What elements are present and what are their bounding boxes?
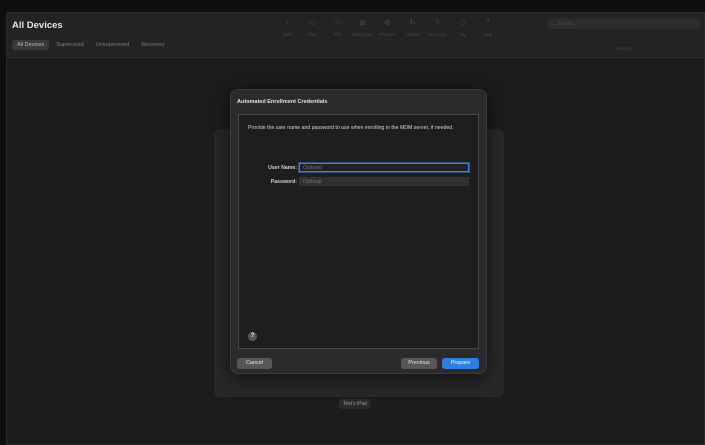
toolbar-button-label: Tag [458,32,467,37]
toolbar-info-button[interactable]: ⓘ Info [325,17,350,37]
toolbar-button-label: View [307,32,318,37]
segment-tabs: All Devices Supervised Unsupervised Reco… [12,40,170,50]
toolbar: All Devices All Devices Supervised Unsup… [7,13,704,58]
toolbar-blueprints-button[interactable]: ⊞ Blueprints [350,17,375,37]
toolbar-back-button[interactable]: ‹ Back [275,17,300,37]
username-row: User Name: [239,163,479,174]
blueprints-icon: ⊞ [359,18,366,27]
search-field[interactable]: ⌕ Search [547,18,701,29]
info-icon: ⓘ [333,18,342,27]
sheet-content: Provide the user name and password to us… [238,114,479,349]
toolbar-button-label: Back [282,32,293,37]
password-label: Password: [270,179,297,185]
window-title: All Devices [12,20,63,31]
search-label: Search [617,46,632,51]
username-label: User Name: [268,165,297,171]
toolbar-backup-button[interactable]: ⇪ Back Up [425,17,450,37]
backup-icon: ⇪ [434,18,441,27]
toolbar-button-label: Blueprints [352,32,373,37]
toolbar-button-label: Update [405,32,420,37]
toolbar-tag-button[interactable]: ◇ Tag [450,17,475,37]
back-icon: ‹ [286,18,289,27]
tab-unsupervised[interactable]: Unsupervised [91,40,135,50]
help-icon[interactable]: ? [248,332,257,341]
tab-supervised[interactable]: Supervised [51,40,89,50]
toolbar-button-label: Help [482,32,493,37]
view-icon: ▭ [308,18,317,27]
search-placeholder: Search [556,20,573,27]
prepare-icon: ⚙ [383,18,392,27]
toolbar-prepare-button[interactable]: ⚙ Prepare [375,17,400,37]
toolbar-update-button[interactable]: ↻ Update [400,17,425,37]
tab-recovery[interactable]: Recovery [136,40,169,50]
sheet-title: Automated Enrollment Credentials [237,99,328,105]
sheet-description: Provide the user name and password to us… [248,125,454,131]
toolbar-help-button[interactable]: ? Help [475,17,500,37]
update-icon: ↻ [409,18,416,27]
toolbar-button-label: Info [333,32,342,37]
toolbar-tools: ‹ Back ▭ View ⓘ Info ⊞ Blueprints ⚙ Prepare ↻… [275,17,500,37]
toolbar-button-label: Prepare [379,32,396,37]
cancel-button[interactable]: Cancel [237,358,272,369]
username-field[interactable] [299,163,469,172]
previous-button[interactable]: Previous [401,358,437,369]
toolbar-view-button[interactable]: ▭ View [300,17,325,37]
password-row: Password: [239,177,479,188]
tab-all-devices[interactable]: All Devices [12,40,50,50]
enrollment-credentials-sheet: Automated Enrollment Credentials Provide… [230,89,487,374]
help-icon: ? [485,18,490,27]
device-name-label[interactable]: Test's iPad [339,399,372,409]
toolbar-button-label: Back Up [428,32,446,37]
search-icon: ⌕ [551,20,554,27]
tag-icon: ◇ [459,18,466,27]
prepare-button[interactable]: Prepare [442,358,479,369]
password-field[interactable] [299,177,469,186]
